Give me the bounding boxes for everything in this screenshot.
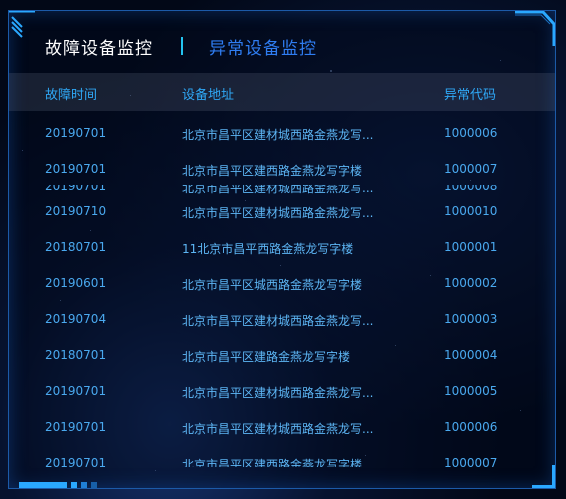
corner-decoration-bottom-right: [532, 465, 555, 488]
fault-time-cell: 20190704: [45, 312, 107, 326]
error-code-cell: 1000002: [444, 276, 498, 290]
fault-time-cell: 20190701: [45, 126, 107, 140]
table-row: 20190701 北京市昌平区建材城西路金燕龙写... 1000008: [9, 185, 555, 197]
table-row: 20190701 北京市昌平区建材城西路金燕龙写... 1000005: [9, 381, 555, 401]
table-row: 20190701 北京市昌平区建材城西路金燕龙写... 1000006: [9, 123, 555, 143]
fault-time-cell: 20190701: [45, 185, 107, 193]
fault-time-cell: 20190701: [45, 420, 107, 434]
table-row: 20190701 北京市昌平区建西路金燕龙写字楼 1000007: [9, 453, 555, 467]
fault-time-cell: 20190701: [45, 456, 107, 467]
fault-monitor-panel: 故障设备监控 异常设备监控 故障时间 设备地址 异常代码 20190701 北京…: [8, 10, 556, 489]
device-address-cell: 北京市昌平区城西路金燕龙写字楼: [182, 278, 363, 292]
table-row: 20180701 北京市昌平区建路金燕龙写字楼 1000004: [9, 345, 555, 365]
table-row: 20180701 11北京市昌平西路金燕龙写字楼 1000001: [9, 237, 555, 257]
corner-decoration-bottom-left: [19, 482, 97, 488]
column-header-device-address: 设备地址: [182, 88, 235, 103]
fault-time-cell: 20190701: [45, 162, 107, 176]
error-code-cell: 1000007: [444, 456, 498, 467]
table-row: 20190601 北京市昌平区城西路金燕龙写字楼 1000002: [9, 273, 555, 293]
table-row: 20190704 北京市昌平区建材城西路金燕龙写... 1000003: [9, 309, 555, 329]
fault-time-cell: 20190601: [45, 276, 107, 290]
error-code-cell: 1000001: [444, 240, 498, 254]
device-address-cell: 北京市昌平区建路金燕龙写字楼: [182, 350, 351, 364]
fault-time-cell: 20190701: [45, 384, 107, 398]
device-address-cell: 北京市昌平区建西路金燕龙写字楼: [182, 164, 363, 178]
device-address-cell: 北京市昌平区建材城西路金燕龙写...: [182, 128, 374, 142]
corner-decoration-top-right: [515, 11, 555, 46]
column-header-fault-time: 故障时间: [45, 88, 98, 103]
error-code-cell: 1000006: [444, 420, 498, 434]
device-address-cell: 北京市昌平区建材城西路金燕龙写...: [182, 422, 374, 436]
error-code-cell: 1000010: [444, 204, 498, 218]
table-row: 20190710 北京市昌平区建材城西路金燕龙写... 1000010: [9, 201, 555, 221]
column-header-error-code: 异常代码: [444, 88, 497, 103]
error-code-cell: 1000006: [444, 126, 498, 140]
fault-time-cell: 20180701: [45, 240, 107, 254]
table-row: 20190701 北京市昌平区建西路金燕龙写字楼 1000007: [9, 159, 555, 179]
table-header: 故障时间 设备地址 异常代码: [9, 73, 555, 111]
error-code-cell: 1000005: [444, 384, 498, 398]
error-code-cell: 1000007: [444, 162, 498, 176]
device-address-cell: 北京市昌平区建材城西路金燕龙写...: [182, 206, 374, 220]
tab-bar: 故障设备监控 异常设备监控: [45, 33, 317, 59]
error-code-cell: 1000003: [444, 312, 498, 326]
tab-fault-devices[interactable]: 故障设备监控: [45, 34, 153, 59]
tab-separator: [181, 37, 183, 55]
device-address-cell: 北京市昌平区建材城西路金燕龙写...: [182, 314, 374, 328]
scrolling-table-body[interactable]: 20190701 北京市昌平区建材城西路金燕龙写... 1000006 2019…: [9, 111, 555, 467]
table-row: 20190701 北京市昌平区建材城西路金燕龙写... 1000006: [9, 417, 555, 437]
device-address-cell: 北京市昌平区建西路金燕龙写字楼: [182, 458, 363, 467]
corner-decoration-top-left: [9, 11, 35, 38]
device-address-cell: 北京市昌平区建材城西路金燕龙写...: [182, 185, 374, 195]
error-code-cell: 1000004: [444, 348, 498, 362]
fault-time-cell: 20190710: [45, 204, 107, 218]
device-address-cell: 北京市昌平区建材城西路金燕龙写...: [182, 386, 374, 400]
error-code-cell: 1000008: [444, 185, 498, 193]
device-address-cell: 11北京市昌平西路金燕龙写字楼: [182, 242, 354, 256]
fault-time-cell: 20180701: [45, 348, 107, 362]
tab-abnormal-devices[interactable]: 异常设备监控: [209, 34, 317, 59]
